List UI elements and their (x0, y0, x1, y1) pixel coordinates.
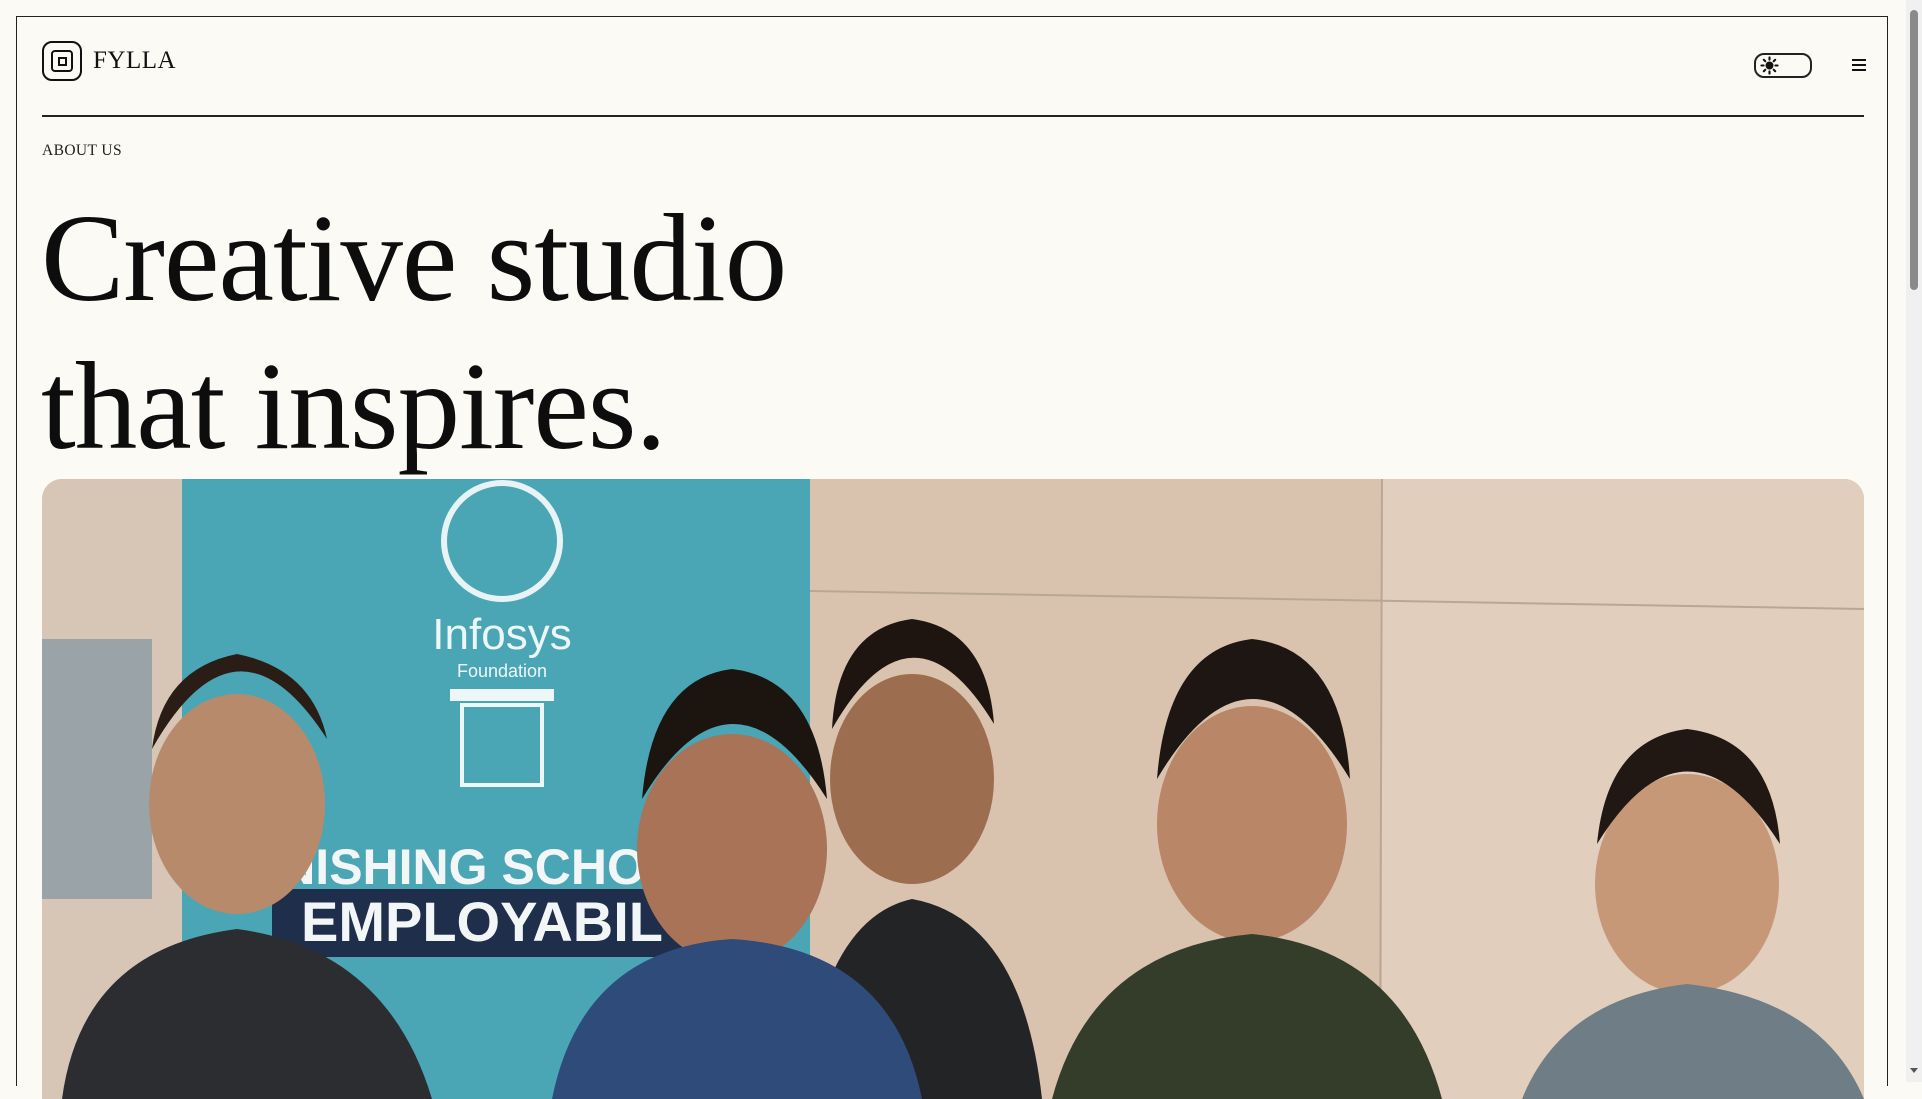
scrollbar-thumb[interactable] (1910, 10, 1918, 290)
square-logo-icon (42, 41, 82, 81)
scroll-down-arrow-icon[interactable] (1910, 1068, 1918, 1073)
section-eyebrow: ABOUT US (42, 142, 122, 159)
brand-name: FYLLA (93, 47, 177, 74)
banner-line-1: NISHING SCHOO (279, 839, 685, 895)
page-frame: FYLLA ABOUT US Creative studio that insp… (16, 16, 1888, 1099)
page-scrollbar[interactable] (1906, 0, 1922, 1082)
hero-title-line-2: that inspires. (41, 338, 667, 476)
banner-line-2: EMPLOYABIL (301, 890, 663, 953)
team-photo-illustration: Infosys Foundation NISHING SCHOO EMPLOYA… (42, 479, 1864, 1099)
sun-icon (1760, 56, 1779, 75)
hamburger-menu-icon[interactable] (1852, 57, 1868, 73)
brand-logo-link[interactable]: FYLLA (42, 41, 176, 81)
theme-toggle[interactable] (1754, 53, 1812, 78)
banner-brand: Infosys (432, 610, 571, 659)
banner-sub: Foundation (457, 661, 547, 681)
team-photo: Infosys Foundation NISHING SCHOO EMPLOYA… (42, 479, 1864, 1099)
site-header: FYLLA (42, 41, 1866, 117)
hero-title-line-1: Creative studio (41, 190, 787, 328)
hero-title: Creative studio that inspires. (41, 185, 787, 481)
